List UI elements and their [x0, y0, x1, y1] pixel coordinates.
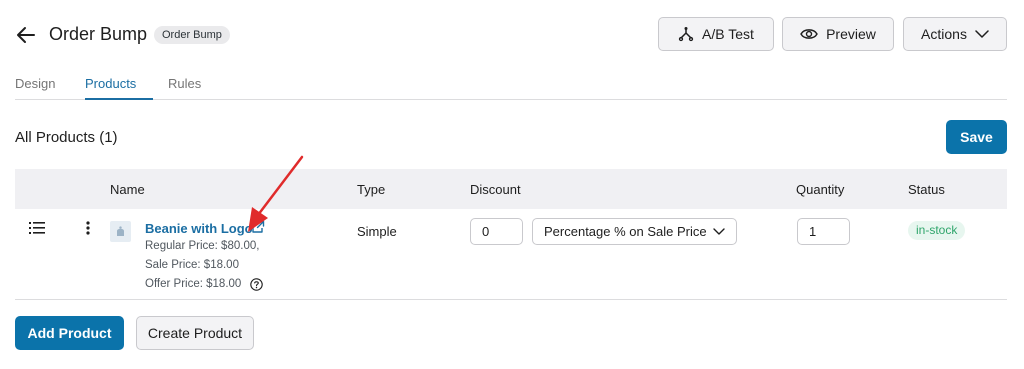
regular-price: Regular Price: $80.00,: [145, 240, 260, 252]
help-icon[interactable]: [250, 278, 263, 291]
discount-type-select[interactable]: Percentage % on Sale Price: [532, 218, 737, 245]
tab-products[interactable]: Products: [85, 76, 136, 91]
product-thumbnail: [110, 221, 131, 242]
discount-value: 0: [482, 224, 490, 239]
discount-type-value: Percentage % on Sale Price: [544, 224, 707, 239]
beanie-icon: [117, 226, 124, 236]
drag-handle-icon[interactable]: [29, 222, 45, 234]
quantity-value: 1: [809, 224, 817, 239]
tab-bar: Design Products Rules: [15, 0, 1007, 100]
section-title: All Products (1): [15, 129, 118, 146]
column-header-type: Type: [357, 182, 386, 197]
quantity-input[interactable]: 1: [797, 218, 850, 245]
column-header-status: Status: [908, 182, 945, 197]
product-name-link[interactable]: Beanie with Logo: [145, 221, 253, 236]
add-product-button[interactable]: Add Product: [15, 316, 124, 350]
offer-price: Offer Price: $18.00: [145, 278, 242, 290]
column-header-discount: Discount: [470, 182, 521, 197]
sale-price: Sale Price: $18.00: [145, 259, 239, 271]
discount-value-input[interactable]: 0: [470, 218, 523, 245]
status-badge: in-stock: [908, 221, 966, 240]
kebab-icon[interactable]: [86, 221, 90, 235]
product-type: Simple: [357, 224, 397, 239]
create-product-button[interactable]: Create Product: [136, 316, 254, 350]
tab-rules[interactable]: Rules: [168, 76, 201, 91]
column-header-quantity: Quantity: [796, 182, 845, 197]
external-link-icon[interactable]: [251, 220, 265, 234]
tab-design[interactable]: Design: [15, 76, 55, 91]
save-button[interactable]: Save: [946, 120, 1007, 154]
column-header-name: Name: [110, 182, 145, 197]
active-tab-indicator: [85, 98, 153, 100]
chevron-down-icon: [713, 228, 725, 235]
